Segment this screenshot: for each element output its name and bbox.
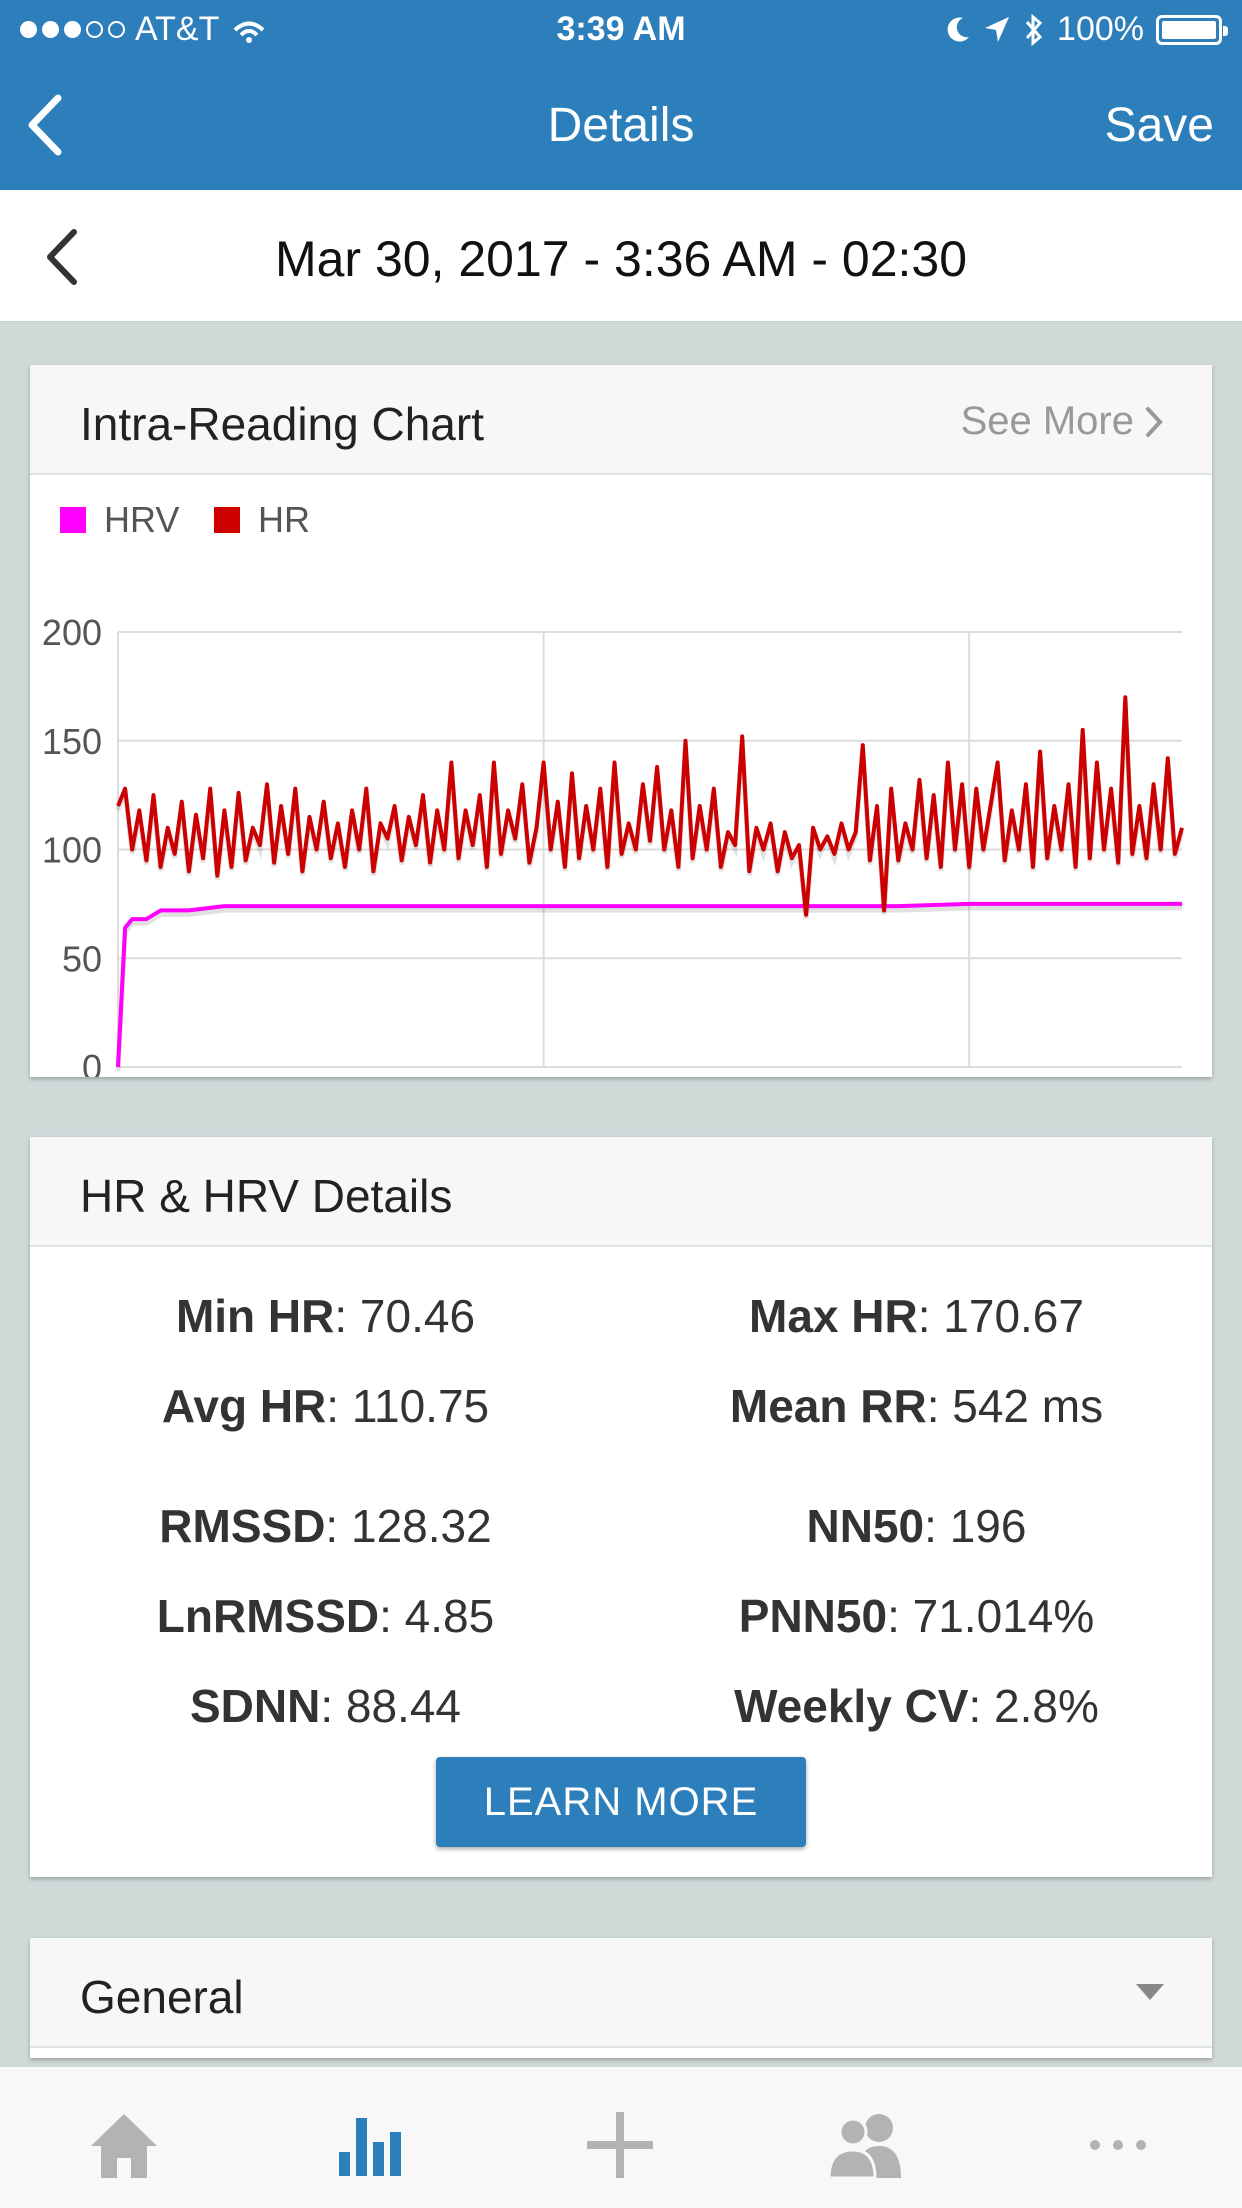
stat-label: Avg HR — [161, 1380, 327, 1432]
reading-date: Mar 30, 2017 - 3:36 AM - 02:30 — [274, 231, 968, 287]
intra-reading-chart-card: Intra-Reading Chart See More HRV HR 0 50 1… — [30, 365, 1212, 1077]
stat-value: : 4.85 — [379, 1590, 495, 1642]
tab-stats[interactable] — [322, 2105, 422, 2185]
stat-value: : 128.32 — [325, 1500, 492, 1552]
series-line-hrv — [116, 901, 1182, 1068]
more-icon — [1090, 2140, 1146, 2150]
chevron-right-icon — [1146, 406, 1163, 437]
reading-date-bar: Mar 30, 2017 - 3:36 AM - 02:30 — [0, 190, 1242, 322]
tab-community[interactable] — [818, 2105, 918, 2185]
stats-icon — [339, 2118, 401, 2176]
status-bar: AT&T 3:39 AM 100% — [0, 0, 1242, 60]
stat-value: : 110.75 — [326, 1380, 490, 1432]
stat-label: Weekly CV — [734, 1680, 969, 1732]
stat-label: NN50 — [806, 1500, 925, 1552]
stat-sdnn: SDNN: 88.44 — [30, 1679, 621, 1733]
tab-home[interactable] — [74, 2105, 174, 2185]
header: AT&T 3:39 AM 100% Details Save — [0, 0, 1242, 190]
y-tick-label: 0 — [82, 1047, 102, 1077]
series-line-hr — [116, 695, 1184, 917]
battery-icon — [1156, 14, 1228, 45]
y-tick-label: 50 — [62, 938, 102, 979]
stat-label: PNN50 — [738, 1590, 888, 1642]
stat-label: SDNN — [189, 1680, 321, 1732]
legend-hr-label: HR — [258, 499, 310, 540]
stat-value: : 71.014% — [887, 1590, 1095, 1642]
stat-value: : 170.67 — [917, 1290, 1084, 1342]
stat-weekly-cv: Weekly CV: 2.8% — [621, 1679, 1212, 1733]
stat-value: : 88.44 — [320, 1680, 462, 1732]
series-shadow-hrv — [115, 905, 1182, 1072]
see-more-label: See More — [960, 399, 1134, 443]
page-title: Details — [547, 99, 695, 152]
stat-nn50: NN50: 196 — [621, 1499, 1212, 1553]
y-tick-label: 200 — [42, 612, 102, 653]
legend-hrv-swatch — [60, 507, 86, 533]
general-card[interactable]: General — [30, 1938, 1212, 2058]
details-card-title: HR & HRV Details — [80, 1170, 453, 1222]
chart-card-header: Intra-Reading Chart See More — [30, 365, 1212, 475]
stat-label: RMSSD — [159, 1500, 326, 1552]
stat-lnrmssd: LnRMSSD: 4.85 — [30, 1589, 621, 1643]
details-card-header: HR & HRV Details — [30, 1137, 1212, 1247]
tab-add[interactable] — [570, 2105, 670, 2185]
nav-bar: Details Save — [0, 60, 1242, 190]
stat-label: LnRMSSD — [156, 1590, 380, 1642]
home-icon — [91, 2114, 157, 2178]
stat-avg-hr: Avg HR: 110.75 — [30, 1379, 621, 1433]
legend-hrv-label: HRV — [104, 499, 179, 540]
tab-more[interactable] — [1068, 2105, 1168, 2185]
stat-value: : 542 ms — [926, 1380, 1104, 1432]
hr-hrv-details-card: HR & HRV Details Min HR: 70.46 Max HR: 1… — [30, 1137, 1212, 1877]
stat-value: : 70.46 — [334, 1290, 476, 1342]
legend-hr-swatch — [214, 507, 240, 533]
stat-value: : 196 — [924, 1500, 1027, 1552]
battery-percent: 100% — [1057, 10, 1144, 48]
stat-label: Max HR — [749, 1290, 918, 1342]
expand-caret-icon[interactable] — [1136, 1984, 1164, 2000]
save-button[interactable]: Save — [1105, 98, 1214, 153]
add-icon — [587, 2112, 653, 2178]
moon-icon — [947, 17, 970, 42]
stat-min-hr: Min HR: 70.46 — [30, 1289, 621, 1343]
stat-max-hr: Max HR: 170.67 — [621, 1289, 1212, 1343]
location-icon — [985, 16, 1010, 42]
stat-pnn50: PNN50: 71.014% — [621, 1589, 1212, 1643]
stat-mean-rr: Mean RR: 542 ms — [621, 1379, 1212, 1433]
chart-lines — [115, 695, 1185, 1072]
people-icon — [827, 2114, 901, 2180]
stat-value: : 2.8% — [968, 1680, 1099, 1732]
y-axis: 0 50 100 150 200 — [42, 612, 102, 1077]
chart-card-title: Intra-Reading Chart — [80, 398, 484, 450]
stat-label: Mean RR — [729, 1380, 927, 1432]
y-tick-label: 150 — [42, 721, 102, 762]
stat-rmssd: RMSSD: 128.32 — [30, 1499, 621, 1553]
hr-hrv-line-chart: HRV HR 050100150200 01m2m — [42, 499, 1185, 1077]
tab-bar — [0, 2066, 1242, 2208]
bluetooth-icon — [1025, 13, 1043, 46]
see-more-link[interactable]: See More — [961, 399, 1164, 444]
general-card-header[interactable]: General — [30, 1938, 1212, 2048]
learn-more-button[interactable]: LEARN MORE — [436, 1757, 806, 1847]
y-tick-label: 100 — [42, 830, 102, 871]
stat-label: Min HR — [175, 1290, 335, 1342]
general-card-title: General — [80, 1971, 244, 2023]
